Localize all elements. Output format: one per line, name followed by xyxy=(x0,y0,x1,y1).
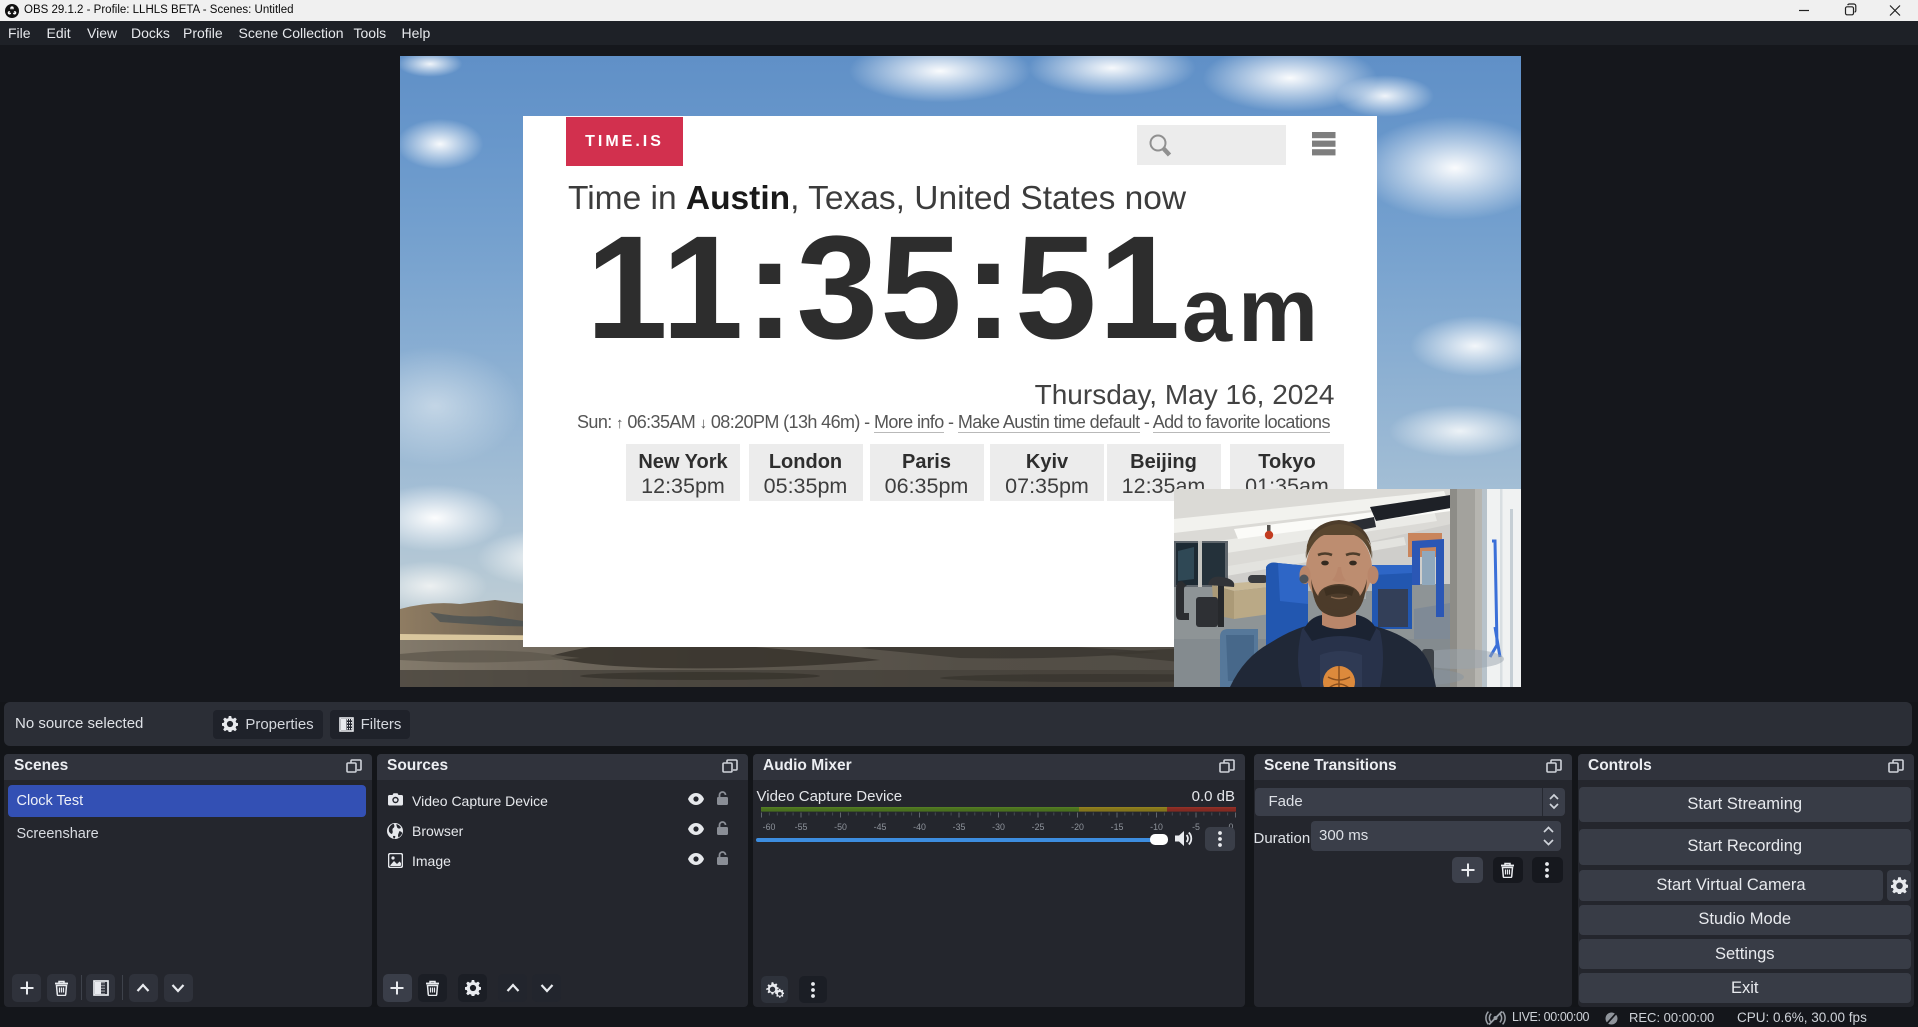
svg-text:-20: -20 xyxy=(1071,822,1084,832)
svg-text:-30: -30 xyxy=(992,822,1005,832)
svg-text:-50: -50 xyxy=(834,822,847,832)
svg-text:-25: -25 xyxy=(1031,822,1044,832)
svg-text:-35: -35 xyxy=(952,822,965,832)
svg-text:-40: -40 xyxy=(913,822,926,832)
svg-text:-55: -55 xyxy=(794,822,807,832)
svg-text:-15: -15 xyxy=(1110,822,1123,832)
svg-text:-5: -5 xyxy=(1192,822,1200,832)
svg-text:-45: -45 xyxy=(873,822,886,832)
svg-text:-10: -10 xyxy=(1150,822,1163,832)
svg-text:-60: -60 xyxy=(762,822,775,832)
